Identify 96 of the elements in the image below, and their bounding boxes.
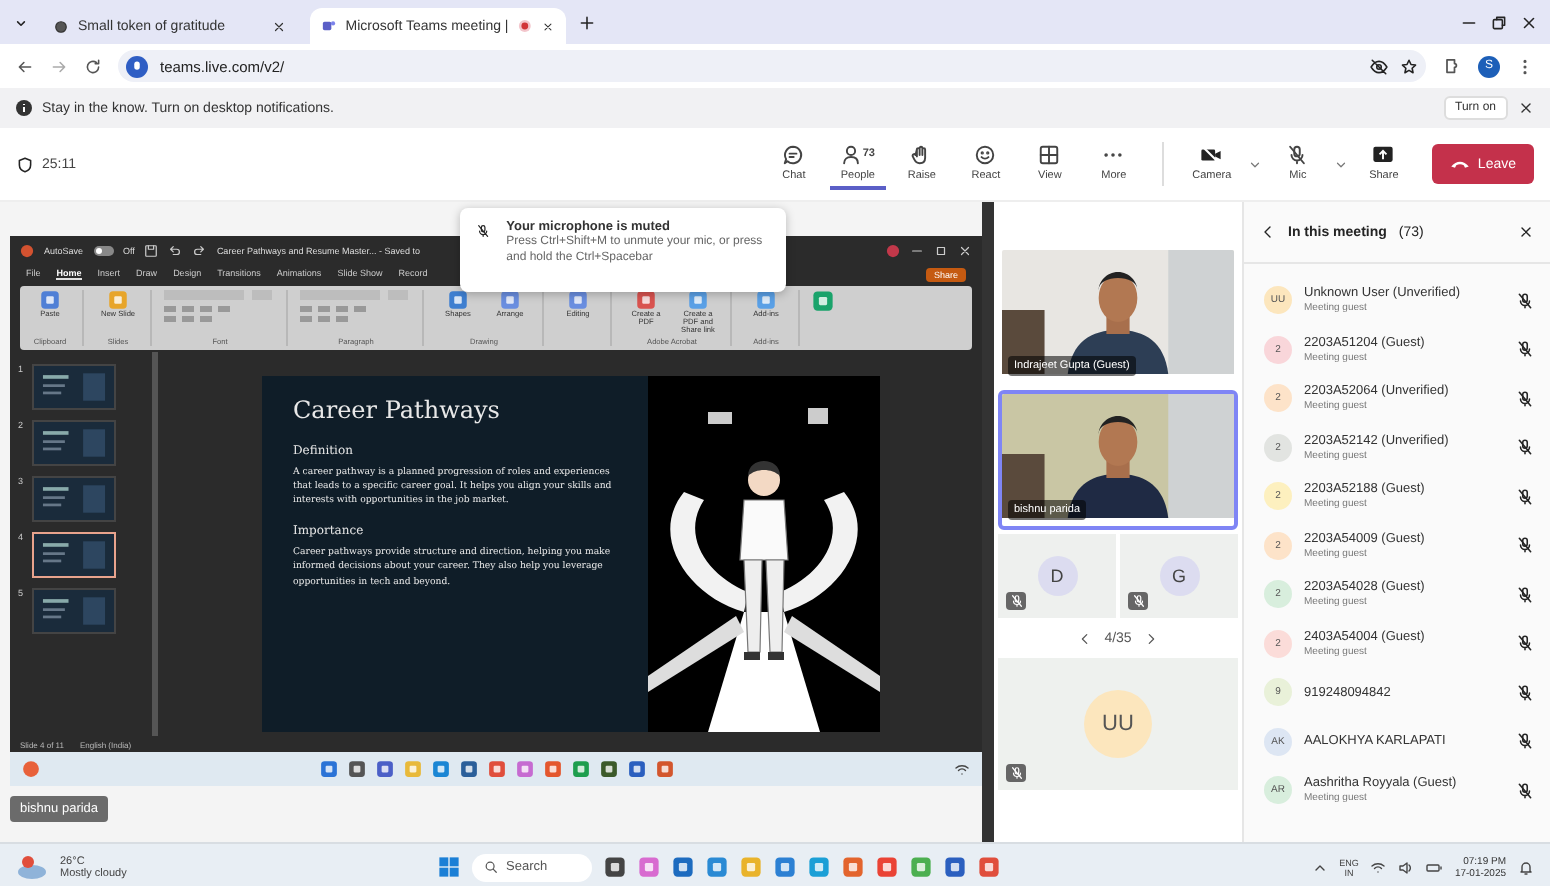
bell-icon[interactable]	[1518, 859, 1535, 875]
eye-off-icon[interactable]	[1370, 57, 1388, 75]
mic-off-icon	[1516, 634, 1534, 653]
slide-thumbnail[interactable]	[31, 420, 116, 466]
back-icon[interactable]	[1260, 224, 1276, 240]
chevron-down-icon[interactable]	[1333, 157, 1348, 171]
mic-off-icon	[1516, 683, 1534, 702]
chevron-down-icon[interactable]	[1247, 157, 1262, 171]
app-tile-icon[interactable]	[572, 760, 590, 778]
mic-off-icon	[1516, 487, 1534, 506]
app-tile-icon[interactable]	[404, 760, 422, 778]
info-icon	[16, 100, 32, 116]
avatar: D	[1037, 556, 1077, 596]
mic-off-icon	[1516, 389, 1534, 408]
slide-thumbnail[interactable]	[31, 532, 116, 578]
mic-off-icon	[476, 220, 491, 242]
app-tile-icon[interactable]	[774, 856, 796, 878]
close-icon[interactable]	[1518, 224, 1534, 240]
mic-off-icon	[1516, 536, 1534, 555]
weather-icon[interactable]	[16, 855, 48, 879]
extensions-icon[interactable]	[1442, 56, 1462, 76]
app-tile-icon[interactable]	[376, 760, 394, 778]
wifi-icon[interactable]	[954, 761, 970, 777]
app-tile-icon[interactable]	[978, 856, 1000, 878]
close-icon[interactable]	[542, 19, 554, 33]
participant-tile[interactable]: D	[998, 534, 1116, 618]
app-tile-icon[interactable]	[910, 856, 932, 878]
app-icon[interactable]	[22, 760, 40, 778]
close-icon[interactable]	[1520, 13, 1538, 31]
app-tile-icon[interactable]	[432, 760, 450, 778]
add-in-icon[interactable]	[812, 290, 834, 312]
app-tile-icon[interactable]	[460, 760, 478, 778]
volume-icon[interactable]	[1398, 859, 1415, 875]
phone-icon	[1449, 158, 1470, 170]
chat-icon	[782, 143, 805, 165]
mic-off-icon	[1516, 340, 1534, 359]
app-tile-icon[interactable]	[944, 856, 966, 878]
site-info-icon[interactable]	[126, 55, 148, 77]
app-tile-icon[interactable]	[656, 760, 674, 778]
avatar: G	[1159, 556, 1199, 596]
start-icon[interactable]	[438, 856, 460, 878]
app-tile-icon[interactable]	[604, 856, 626, 878]
app-tile-icon[interactable]	[638, 856, 660, 878]
recording-icon	[518, 18, 533, 34]
save-icon[interactable]	[144, 243, 159, 257]
share-screen-icon	[1372, 143, 1395, 165]
people-icon	[840, 143, 863, 165]
grid-icon	[1038, 143, 1061, 165]
close-icon[interactable]	[272, 19, 286, 33]
user-avatar-icon[interactable]	[886, 243, 900, 257]
app-tile-icon[interactable]	[706, 856, 728, 878]
close-icon[interactable]	[1518, 100, 1534, 116]
smiley-icon	[974, 143, 997, 165]
slide-thumbnail[interactable]	[31, 588, 116, 634]
app-tile-icon[interactable]	[672, 856, 694, 878]
restore-icon[interactable]	[934, 243, 948, 257]
next-icon[interactable]	[1143, 631, 1158, 645]
search-icon	[484, 860, 498, 874]
slide-thumbnail[interactable]	[31, 476, 116, 522]
slide-thumbnail[interactable]	[31, 364, 116, 410]
mic-off-icon	[1516, 291, 1534, 310]
slide-title: Career Pathways	[293, 396, 502, 424]
reload-icon[interactable]	[84, 57, 102, 75]
app-tile-icon[interactable]	[842, 856, 864, 878]
star-icon[interactable]	[1400, 57, 1418, 75]
previous-icon[interactable]	[1078, 631, 1093, 645]
camera-off-icon	[1200, 143, 1223, 165]
autosave-toggle[interactable]	[93, 245, 114, 255]
restore-icon[interactable]	[1490, 13, 1508, 31]
mic-off-icon	[1286, 143, 1309, 165]
app-tile-icon[interactable]	[320, 760, 338, 778]
app-tile-icon[interactable]	[628, 760, 646, 778]
ribbon-icon[interactable]	[40, 290, 60, 310]
app-tile-icon[interactable]	[600, 760, 618, 778]
app-tile-icon[interactable]	[544, 760, 562, 778]
ribbon-icon[interactable]	[448, 290, 468, 310]
mic-off-icon	[1516, 585, 1534, 604]
participant-tile[interactable]: UU	[998, 658, 1238, 790]
undo-icon[interactable]	[168, 243, 183, 257]
app-tile-icon[interactable]	[488, 760, 506, 778]
mic-off-icon	[1516, 781, 1534, 800]
wifi-icon[interactable]	[1370, 859, 1387, 875]
app-tile-icon[interactable]	[740, 856, 762, 878]
app-tile-icon[interactable]	[348, 760, 366, 778]
redo-icon[interactable]	[192, 243, 207, 257]
back-icon[interactable]	[16, 57, 34, 75]
shield-icon	[16, 155, 34, 173]
mic-off-icon	[1516, 438, 1534, 457]
app-tile-icon[interactable]	[808, 856, 830, 878]
participant-tile[interactable]: G	[1120, 534, 1238, 618]
app-tile-icon[interactable]	[876, 856, 898, 878]
mic-off-icon	[1516, 732, 1534, 751]
app-tile-icon[interactable]	[516, 760, 534, 778]
new-tab-icon[interactable]	[578, 13, 596, 31]
avatar: UU	[1084, 690, 1152, 758]
battery-icon[interactable]	[1426, 859, 1443, 875]
